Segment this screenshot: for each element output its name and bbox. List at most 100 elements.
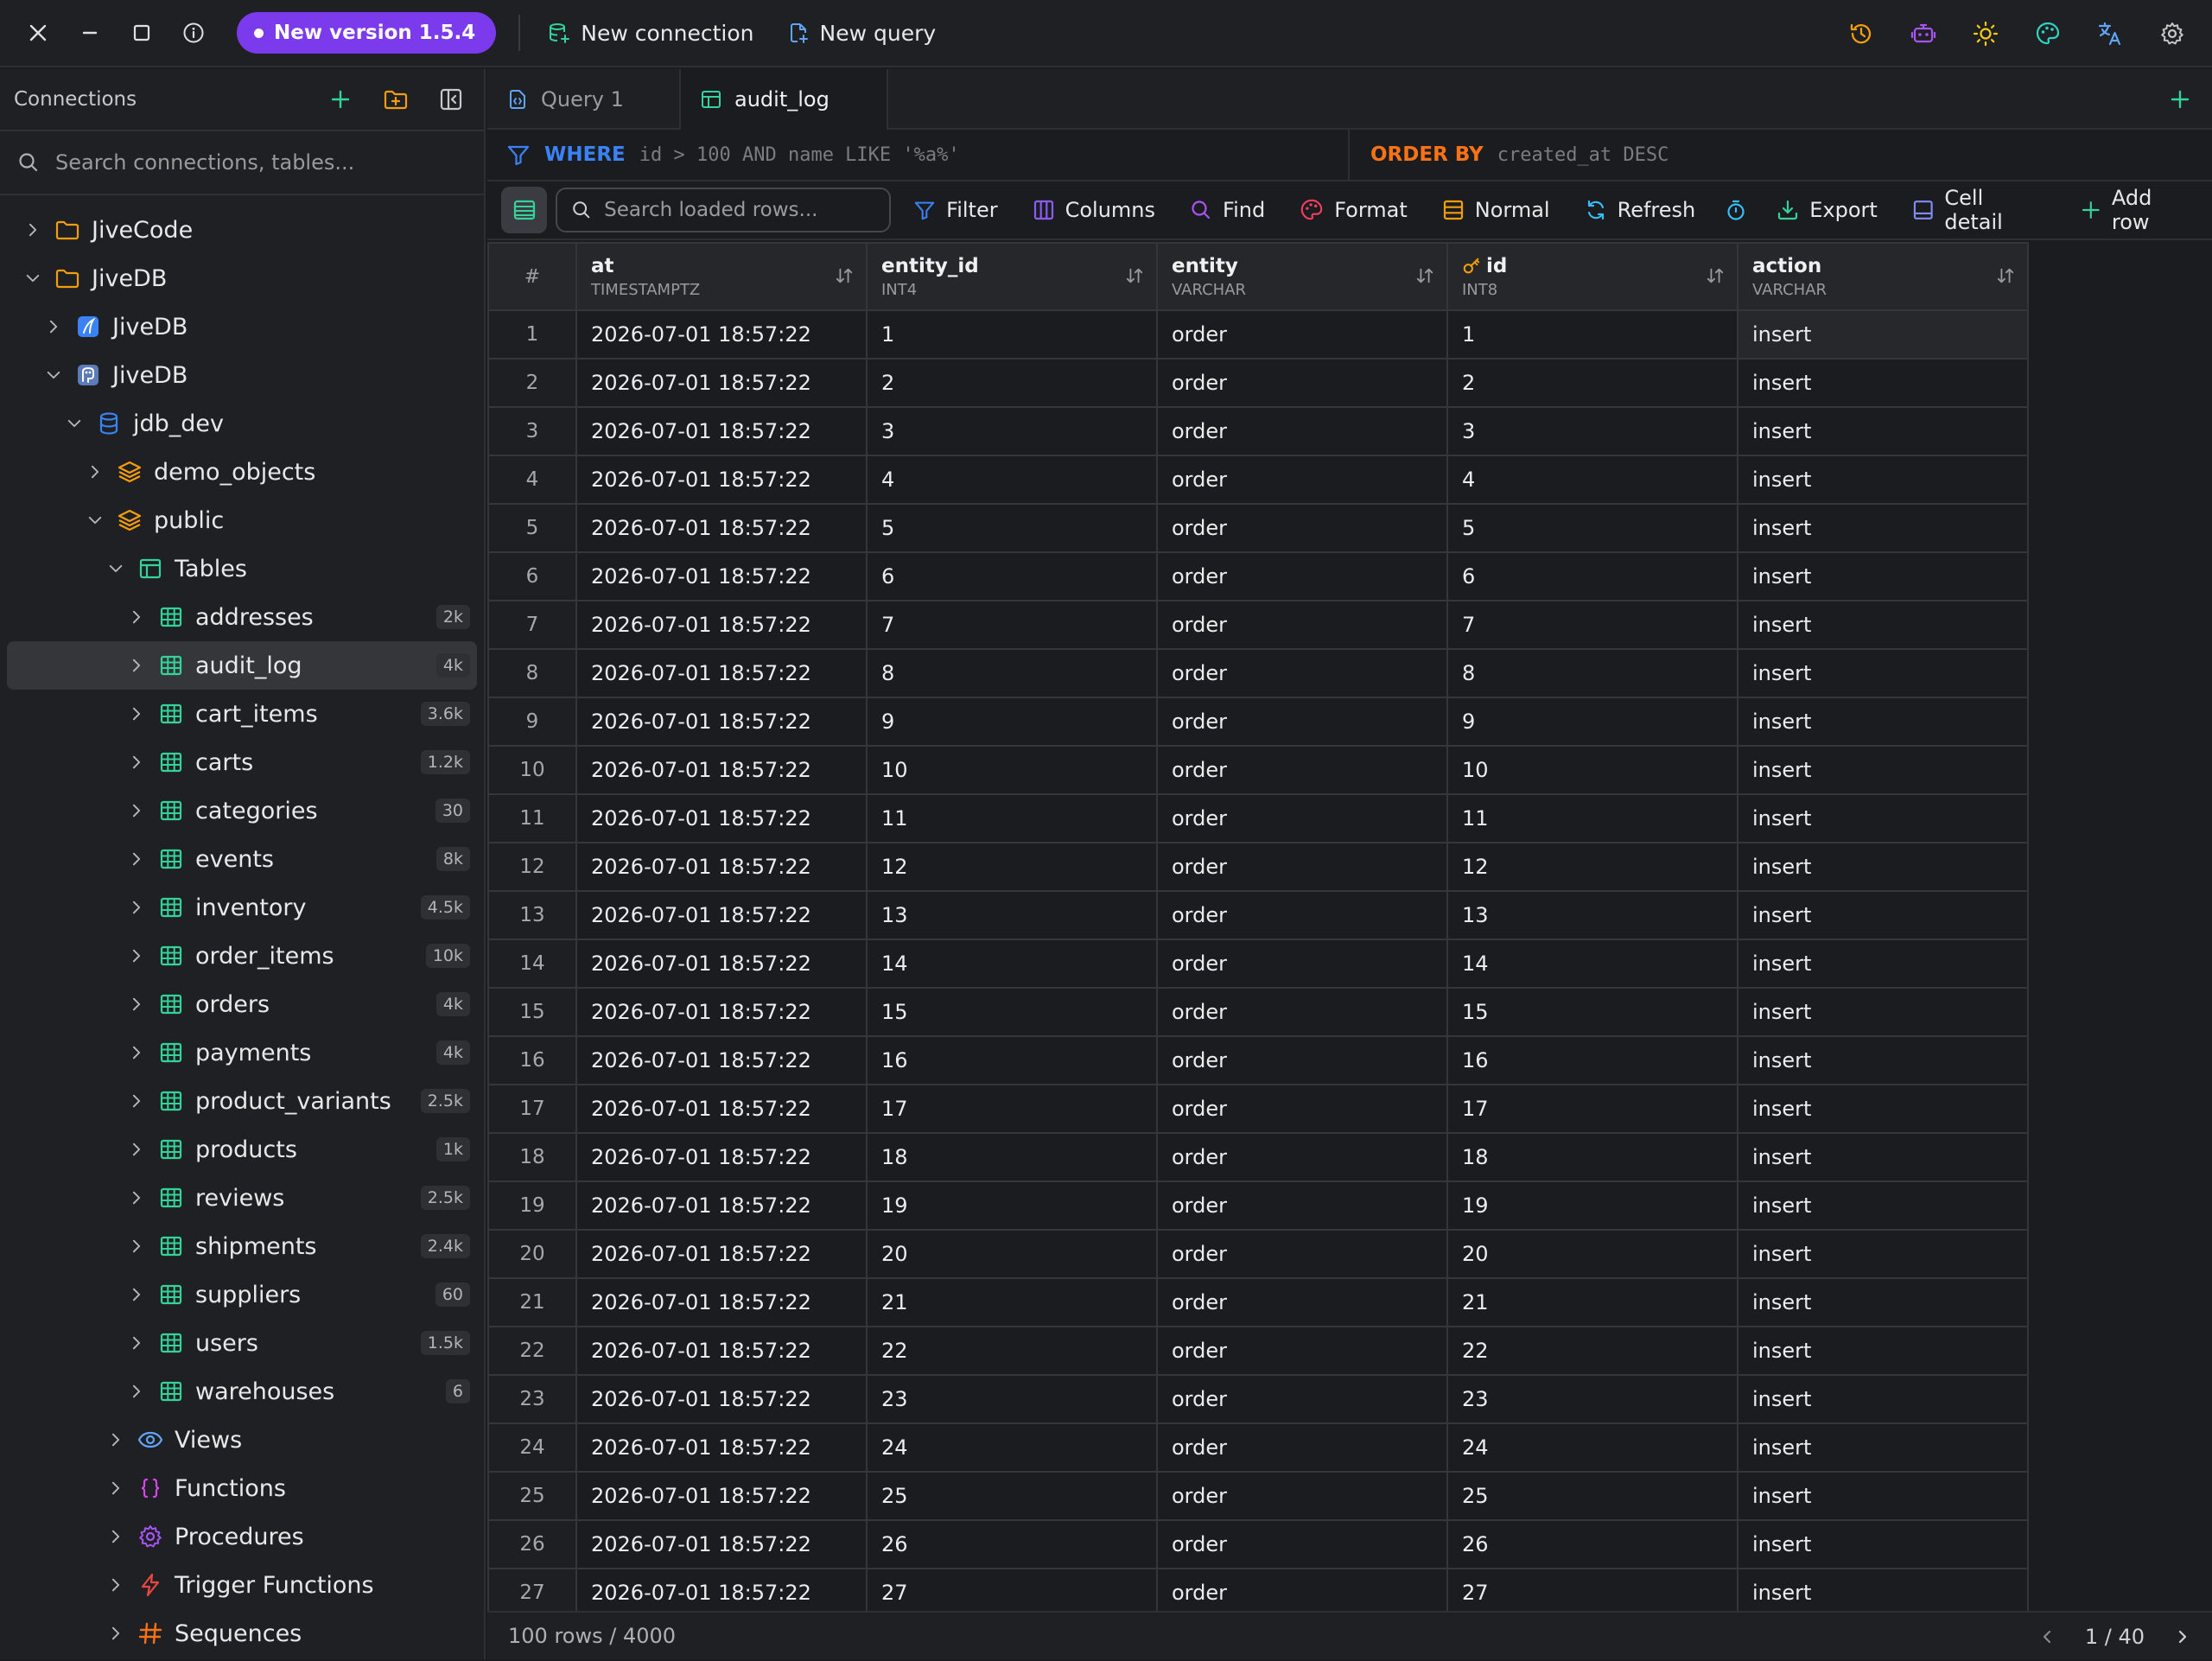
cell-action[interactable]: insert — [1737, 1035, 2029, 1085]
tree-node-public[interactable]: public — [7, 496, 477, 544]
cell-id[interactable]: 12 — [1446, 842, 1738, 892]
cell-entity-id[interactable]: 9 — [866, 697, 1158, 747]
cell-at[interactable]: 2026-07-01 18:57:22 — [575, 358, 868, 408]
cell-at[interactable]: 2026-07-01 18:57:22 — [575, 842, 868, 892]
find-button[interactable]: Find — [1173, 181, 1282, 239]
column-header-action[interactable]: action VARCHAR — [1737, 242, 2029, 311]
cell-entity[interactable]: order — [1156, 455, 1448, 505]
table-row[interactable]: 9 2026-07-01 18:57:22 9 order 9 insert — [487, 697, 2029, 747]
tree-node-demo-objects[interactable]: demo_objects — [7, 448, 477, 496]
palette-button[interactable] — [2017, 0, 2079, 67]
table-row[interactable]: 11 2026-07-01 18:57:22 11 order 11 insert — [487, 793, 2029, 843]
cell-entity-id[interactable]: 4 — [866, 455, 1158, 505]
cell-action[interactable]: insert — [1737, 455, 2029, 505]
cell-entity[interactable]: order — [1156, 1519, 1448, 1569]
language-button[interactable] — [2079, 0, 2141, 67]
tree-node-product-variants[interactable]: product_variants 2.5k — [7, 1077, 477, 1125]
sort-icon[interactable] — [835, 266, 854, 285]
settings-button[interactable] — [2141, 0, 2203, 67]
cell-entity[interactable]: order — [1156, 1471, 1448, 1521]
cell-entity-id[interactable]: 26 — [866, 1519, 1158, 1569]
export-button[interactable]: Export — [1759, 181, 1895, 239]
tab-query-1[interactable]: Query 1 — [487, 69, 681, 130]
chevron-right-icon[interactable] — [104, 1524, 128, 1549]
cell-entity-id[interactable]: 27 — [866, 1568, 1158, 1618]
cell-entity[interactable]: order — [1156, 648, 1448, 698]
cell-at[interactable]: 2026-07-01 18:57:22 — [575, 1422, 868, 1473]
table-row[interactable]: 10 2026-07-01 18:57:22 10 order 10 insert — [487, 745, 2029, 795]
cell-id[interactable]: 9 — [1446, 697, 1738, 747]
cell-action[interactable]: insert — [1737, 1326, 2029, 1376]
cell-action[interactable]: insert — [1737, 939, 2029, 989]
tree-node-cart-items[interactable]: cart_items 3.6k — [7, 690, 477, 738]
tree-node-suppliers[interactable]: suppliers 60 — [7, 1270, 477, 1319]
chevron-right-icon[interactable] — [124, 1282, 149, 1307]
cell-id[interactable]: 2 — [1446, 358, 1738, 408]
cell-entity-id[interactable]: 19 — [866, 1181, 1158, 1231]
cell-id[interactable]: 15 — [1446, 987, 1738, 1037]
cell-entity-id[interactable]: 18 — [866, 1132, 1158, 1182]
tree-node-shipments[interactable]: shipments 2.4k — [7, 1222, 477, 1270]
cell-id[interactable]: 6 — [1446, 551, 1738, 601]
auto-refresh-button[interactable] — [1713, 181, 1759, 239]
table-row[interactable]: 26 2026-07-01 18:57:22 26 order 26 insert — [487, 1519, 2029, 1569]
cell-entity[interactable]: order — [1156, 793, 1448, 843]
table-row[interactable]: 25 2026-07-01 18:57:22 25 order 25 insert — [487, 1471, 2029, 1521]
cell-entity[interactable]: order — [1156, 1326, 1448, 1376]
tree-node-payments[interactable]: payments 4k — [7, 1028, 477, 1077]
table-row[interactable]: 2 2026-07-01 18:57:22 2 order 2 insert — [487, 358, 2029, 408]
tree-node-addresses[interactable]: addresses 2k — [7, 593, 477, 641]
tree-node-order-items[interactable]: order_items 10k — [7, 932, 477, 980]
add-folder-button[interactable] — [368, 69, 423, 130]
tree-node-trigger-functions[interactable]: Trigger Functions — [7, 1561, 477, 1609]
refresh-button[interactable]: Refresh — [1567, 181, 1713, 239]
sort-icon[interactable] — [1996, 266, 2015, 285]
chevron-right-icon[interactable] — [21, 218, 45, 242]
cell-action[interactable]: insert — [1737, 406, 2029, 456]
tree-node-jivecode[interactable]: JiveCode — [7, 206, 477, 254]
cell-action[interactable]: insert — [1737, 1132, 2029, 1182]
cell-entity-id[interactable]: 13 — [866, 890, 1158, 940]
table-row[interactable]: 12 2026-07-01 18:57:22 12 order 12 insert — [487, 842, 2029, 892]
column-header-id[interactable]: id INT8 — [1446, 242, 1738, 311]
cell-entity[interactable]: order — [1156, 1422, 1448, 1473]
cell-entity-id[interactable]: 20 — [866, 1229, 1158, 1279]
cell-id[interactable]: 8 — [1446, 648, 1738, 698]
new-query-button[interactable]: New query — [773, 0, 956, 67]
chevron-down-icon[interactable] — [21, 266, 45, 290]
sort-icon[interactable] — [1415, 266, 1434, 285]
cell-at[interactable]: 2026-07-01 18:57:22 — [575, 1132, 868, 1182]
chevron-right-icon[interactable] — [124, 1186, 149, 1210]
cell-at[interactable]: 2026-07-01 18:57:22 — [575, 939, 868, 989]
cell-entity-id[interactable]: 17 — [866, 1084, 1158, 1134]
cell-entity-id[interactable]: 12 — [866, 842, 1158, 892]
add-connection-button[interactable] — [313, 69, 368, 130]
cell-action[interactable]: insert — [1737, 600, 2029, 650]
cell-action[interactable]: insert — [1737, 890, 2029, 940]
order-by-clause[interactable]: ORDER BY created_at DESC — [1350, 130, 1669, 180]
cell-at[interactable]: 2026-07-01 18:57:22 — [575, 1519, 868, 1569]
cell-entity[interactable]: order — [1156, 890, 1448, 940]
chevron-down-icon[interactable] — [41, 363, 66, 387]
table-row[interactable]: 3 2026-07-01 18:57:22 3 order 3 insert — [487, 406, 2029, 456]
tree-node-procedures[interactable]: Procedures — [7, 1512, 477, 1561]
cell-id[interactable]: 5 — [1446, 503, 1738, 553]
new-connection-button[interactable]: New connection — [534, 0, 772, 67]
table-row[interactable]: 14 2026-07-01 18:57:22 14 order 14 insert — [487, 939, 2029, 989]
cell-action[interactable]: insert — [1737, 793, 2029, 843]
chevron-right-icon[interactable] — [124, 895, 149, 920]
cell-at[interactable]: 2026-07-01 18:57:22 — [575, 503, 868, 553]
cell-action[interactable]: insert — [1737, 1229, 2029, 1279]
cell-id[interactable]: 11 — [1446, 793, 1738, 843]
cell-at[interactable]: 2026-07-01 18:57:22 — [575, 551, 868, 601]
chevron-right-icon[interactable] — [124, 944, 149, 968]
order-by-expression[interactable]: created_at DESC — [1497, 144, 1669, 166]
chevron-right-icon[interactable] — [124, 1137, 149, 1161]
chevron-right-icon[interactable] — [124, 1379, 149, 1403]
table-row[interactable]: 20 2026-07-01 18:57:22 20 order 20 insert — [487, 1229, 2029, 1279]
table-row[interactable]: 19 2026-07-01 18:57:22 19 order 19 insert — [487, 1181, 2029, 1231]
tree-node-orders[interactable]: orders 4k — [7, 980, 477, 1028]
chevron-down-icon[interactable] — [83, 508, 107, 532]
cell-entity[interactable]: order — [1156, 600, 1448, 650]
chevron-right-icon[interactable] — [124, 799, 149, 823]
